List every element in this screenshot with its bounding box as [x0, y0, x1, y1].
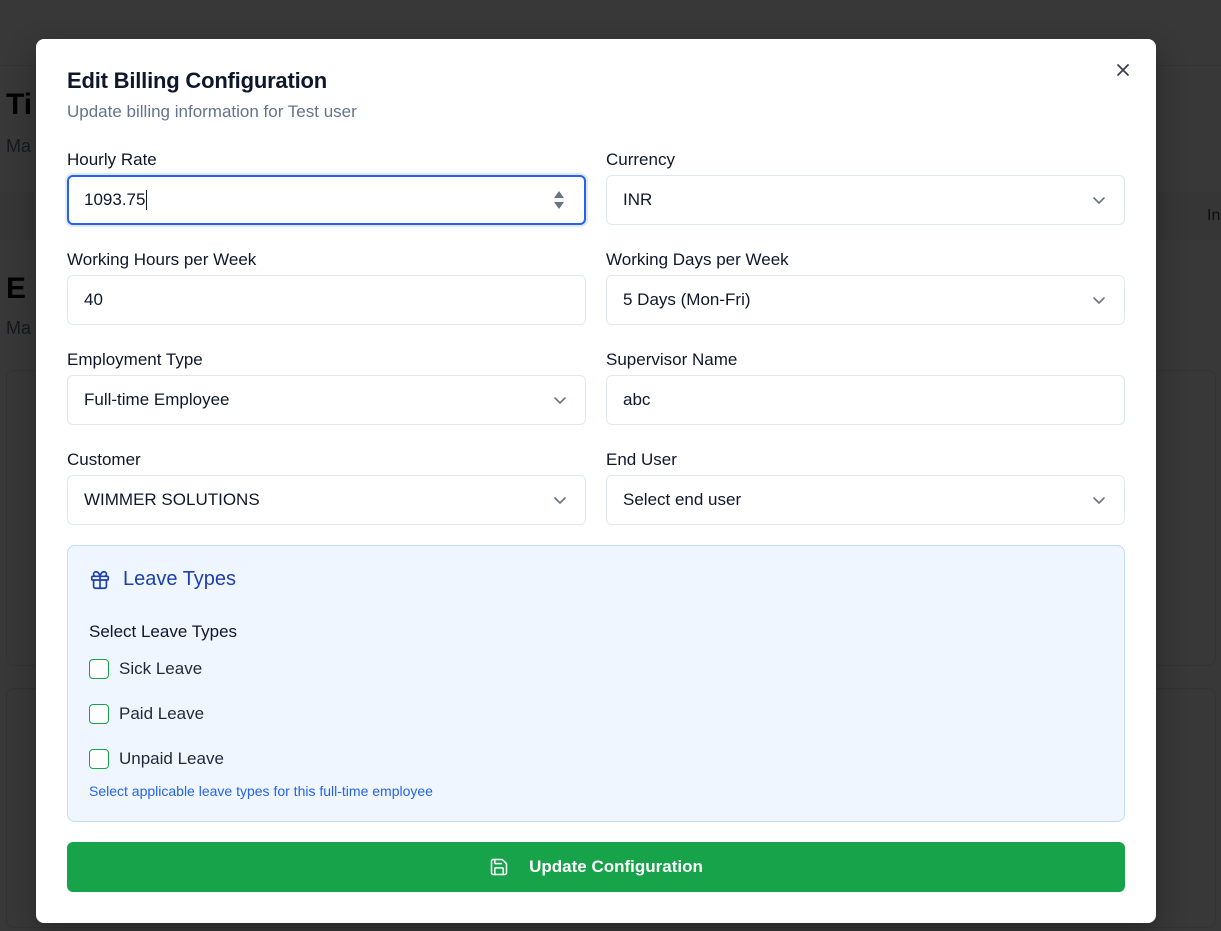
checkbox[interactable]: [89, 749, 109, 769]
leave-types-header: Leave Types: [89, 568, 236, 591]
supervisor-label: Supervisor Name: [606, 350, 738, 369]
currency-select[interactable]: INR: [606, 175, 1125, 225]
supervisor-field: Supervisor Name abc: [606, 349, 1125, 425]
edit-billing-dialog: Edit Billing Configuration Update billin…: [36, 39, 1156, 923]
working-days-value: 5 Days (Mon-Fri): [623, 290, 751, 309]
end-user-select[interactable]: Select end user: [606, 475, 1125, 525]
chevron-down-icon: [554, 497, 566, 504]
leave-types-title: Leave Types: [123, 568, 237, 590]
currency-label: Currency: [606, 150, 675, 169]
dialog-description: Update billing information for Test user: [67, 102, 357, 121]
supervisor-input[interactable]: abc: [606, 375, 1125, 425]
save-icon: [490, 858, 508, 876]
leave-types-subtitle: Select Leave Types: [89, 622, 238, 641]
chevron-down-icon: [1093, 497, 1105, 504]
working-days-field: Working Days per Week 5 Days (Mon-Fri): [606, 249, 1125, 325]
leave-option-label: Unpaid Leave: [119, 749, 224, 768]
currency-value: INR: [623, 190, 653, 209]
hourly-rate-field: Hourly Rate 1093.75: [67, 149, 586, 225]
end-user-field: End User Select end user: [606, 449, 1125, 525]
gift-icon: [90, 570, 110, 589]
x-icon: [1117, 64, 1129, 76]
supervisor-value: abc: [623, 390, 651, 409]
working-days-select[interactable]: 5 Days (Mon-Fri): [606, 275, 1125, 325]
employment-type-label: Employment Type: [67, 350, 203, 369]
close-button[interactable]: [1112, 59, 1134, 81]
hourly-rate-input[interactable]: 1093.75: [67, 175, 586, 225]
currency-field: Currency INR: [606, 149, 1125, 225]
employment-type-field: Employment Type Full-time Employee: [67, 349, 586, 425]
checkbox[interactable]: [89, 704, 109, 724]
chevron-down-icon: [1093, 197, 1105, 204]
working-hours-label: Working Hours per Week: [67, 250, 257, 269]
working-days-label: Working Days per Week: [606, 250, 789, 269]
working-hours-value: 40: [84, 290, 103, 309]
update-configuration-button[interactable]: Update Configuration: [67, 842, 1125, 892]
leave-types-hint: Select applicable leave types for this f…: [89, 783, 433, 799]
text-cursor: [146, 190, 148, 210]
end-user-label: End User: [606, 450, 677, 469]
employment-type-select[interactable]: Full-time Employee: [67, 375, 586, 425]
leave-option-unpaid[interactable]: Unpaid Leave: [89, 749, 224, 769]
employment-type-value: Full-time Employee: [84, 390, 230, 409]
dialog-title: Edit Billing Configuration: [67, 68, 327, 93]
number-spinner-icon[interactable]: [552, 188, 566, 212]
customer-select[interactable]: WIMMER SOLUTIONS: [67, 475, 586, 525]
customer-label: Customer: [67, 450, 141, 469]
end-user-value: Select end user: [623, 490, 742, 509]
leave-option-label: Paid Leave: [119, 704, 205, 723]
customer-value: WIMMER SOLUTIONS: [84, 490, 260, 509]
leave-option-paid[interactable]: Paid Leave: [89, 704, 204, 724]
chevron-down-icon: [1093, 297, 1105, 304]
update-configuration-label: Update Configuration: [529, 857, 703, 876]
working-hours-field: Working Hours per Week 40: [67, 249, 586, 325]
leave-option-label: Sick Leave: [119, 659, 203, 678]
hourly-rate-value: 1093.75: [84, 190, 146, 209]
hourly-rate-label: Hourly Rate: [67, 150, 157, 169]
leave-option-sick[interactable]: Sick Leave: [89, 659, 202, 679]
chevron-down-icon: [554, 397, 566, 404]
customer-field: Customer WIMMER SOLUTIONS: [67, 449, 586, 525]
checkbox[interactable]: [89, 659, 109, 679]
leave-types-panel: Leave Types Select Leave Types Sick Leav…: [67, 545, 1125, 822]
working-hours-input[interactable]: 40: [67, 275, 586, 325]
